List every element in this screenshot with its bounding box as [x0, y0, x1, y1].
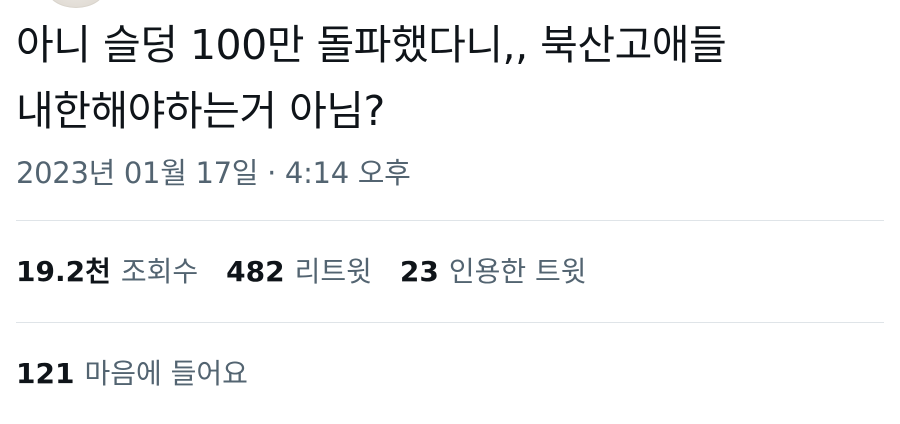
likes-stat[interactable]: 121 마음에 들어요: [16, 352, 248, 392]
tweet-text: 아니 슬덩 100만 돌파했다니,, 북산고애들 내한해야하는거 아님?: [16, 21, 727, 135]
views-label: 조회수: [120, 255, 199, 288]
retweets-label: 리트윗: [294, 255, 372, 288]
views-stat[interactable]: 19.2천 조회수: [16, 250, 198, 290]
likes-count: 121: [16, 357, 75, 390]
engagement-stats: 19.2천 조회수 482 리트윗 23 인용한 트윗: [16, 250, 615, 290]
tweet-timestamp[interactable]: 2023년 01월 17일 · 4:14 오후: [16, 150, 411, 192]
quotes-label: 인용한 트윗: [448, 255, 587, 288]
divider: [16, 322, 884, 323]
divider: [16, 220, 884, 221]
views-count: 19.2천: [16, 255, 111, 288]
likes-label: 마음에 들어요: [84, 357, 248, 390]
retweets-stat[interactable]: 482 리트윗: [226, 250, 372, 290]
likes-stats: 121 마음에 들어요: [16, 352, 276, 392]
quotes-count: 23: [399, 255, 439, 288]
avatar[interactable]: [46, 0, 106, 8]
quotes-stat[interactable]: 23 인용한 트윗: [400, 250, 587, 290]
retweets-count: 482: [226, 255, 285, 288]
